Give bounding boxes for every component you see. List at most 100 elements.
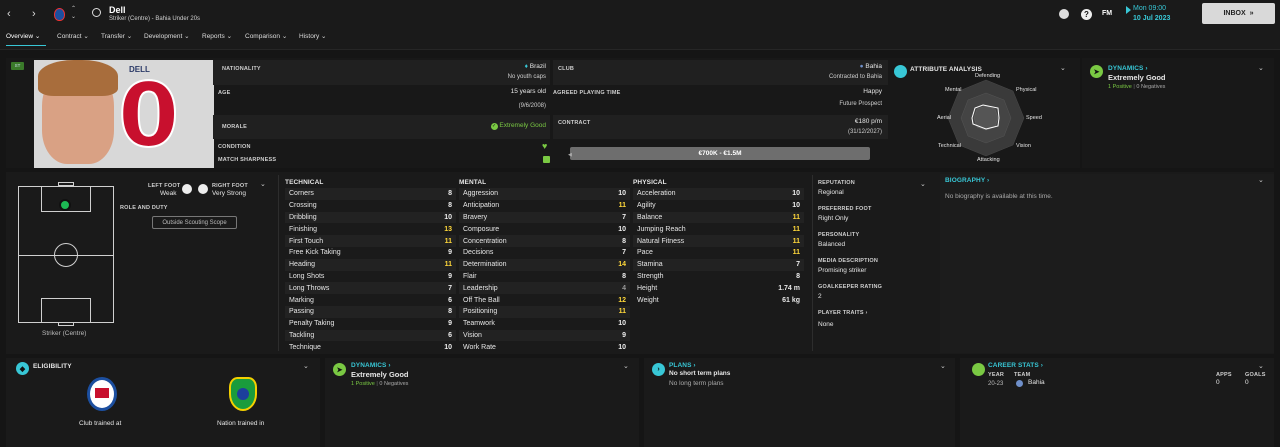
tab-comparison[interactable]: Comparison ⌄ [245, 32, 287, 40]
attribute-row[interactable]: Finishing 13 [285, 223, 456, 235]
dynamics-title[interactable]: DYNAMICS › [351, 362, 391, 369]
attribute-row[interactable]: Composure 10 [459, 223, 630, 235]
tab-history[interactable]: History ⌄ [299, 32, 327, 40]
tab-transfer[interactable]: Transfer ⌄ [101, 32, 132, 40]
attribute-row[interactable]: Agility 10 [633, 200, 804, 212]
help-icon[interactable]: ? [1081, 9, 1092, 20]
attribute-row[interactable]: Stamina 7 [633, 258, 804, 271]
attribute-row[interactable]: Pace 11 [633, 247, 804, 259]
dynamics-icon: ➤ [333, 363, 346, 376]
attribute-row[interactable]: Tackling 6 [285, 329, 456, 342]
attribute-row[interactable]: Strength 8 [633, 271, 804, 283]
attribute-value: 8 [448, 202, 452, 210]
back-button[interactable]: ‹ [7, 8, 19, 22]
plans-title[interactable]: PLANS › [669, 362, 696, 369]
chevron-down-icon[interactable]: ⌄ [623, 362, 629, 370]
attribute-row[interactable]: Natural Fitness 11 [633, 235, 804, 247]
attribute-row[interactable]: Marking 6 [285, 294, 456, 306]
calendar-icon[interactable] [1126, 6, 1131, 14]
reputation-label: REPUTATION [818, 180, 855, 186]
player-traits-label[interactable]: PLAYER TRAITS › [818, 310, 868, 316]
chevron-down-icon[interactable]: ⌄ [303, 362, 309, 370]
attribute-value: 10 [792, 190, 800, 198]
biography-title[interactable]: BIOGRAPHY › [945, 177, 989, 184]
personality-label: PERSONALITY [818, 232, 860, 238]
chevron-down-icon[interactable]: ⌄ [1258, 362, 1264, 370]
attribute-row[interactable]: Jumping Reach 11 [633, 223, 804, 235]
morale-text: Extremely Good [499, 122, 546, 129]
career-title[interactable]: CAREER STATS › [988, 362, 1043, 369]
attribute-row[interactable]: Free Kick Taking 9 [285, 247, 456, 259]
apt-sub: Future Prospect [839, 101, 882, 107]
chevron-down-icon[interactable]: ⌄ [920, 180, 926, 188]
fm-menu-button[interactable]: FM [1102, 10, 1112, 17]
attribute-row[interactable]: Decisions 7 [459, 247, 630, 259]
value-bar-left-cap: ◀ [568, 152, 572, 158]
attribute-row[interactable]: Heading 11 [285, 258, 456, 271]
attribute-row[interactable]: Corners 8 [285, 188, 456, 200]
attribute-row[interactable]: Balance 11 [633, 211, 804, 224]
chevron-down-icon[interactable]: ⌄ [260, 180, 266, 188]
team-header: TEAM [1014, 372, 1031, 378]
eligibility-panel: ◆ ELIGIBILITY ⌄ Club trained at Nation t… [6, 358, 320, 447]
attribute-row[interactable]: Penalty Taking 9 [285, 318, 456, 330]
attribute-row[interactable]: Acceleration 10 [633, 188, 804, 200]
career-team[interactable]: Bahia [1028, 379, 1045, 386]
bahia-crest-icon[interactable] [87, 377, 117, 411]
tab-label: Overview [6, 33, 34, 40]
transfer-value-bar[interactable]: €700K - €1.5M [570, 147, 870, 160]
nationality-value[interactable]: ♦ Brazil [486, 63, 546, 70]
chevron-down-icon[interactable]: ⌄ [71, 13, 76, 20]
tab-contract[interactable]: Contract ⌄ [57, 32, 89, 40]
inbox-button[interactable]: INBOX » [1202, 3, 1275, 24]
attribute-row[interactable]: Technique 10 [285, 341, 456, 353]
attribute-row[interactable]: Concentration 8 [459, 235, 630, 247]
chevron-up-icon[interactable]: ⌃ [71, 5, 76, 12]
attribute-row[interactable]: Passing 8 [285, 306, 456, 318]
player-traits-value: None [818, 321, 834, 328]
attribute-row[interactable]: Flair 8 [459, 271, 630, 283]
chevron-down-icon[interactable]: ⌄ [940, 362, 946, 370]
attribute-row[interactable]: Long Shots 9 [285, 271, 456, 283]
scouting-button[interactable]: Outside Scouting Scope [152, 216, 237, 229]
attribute-name: Flair [463, 272, 477, 280]
tab-overview[interactable]: Overview ⌄ [6, 32, 46, 46]
attribute-row[interactable]: Long Throws 7 [285, 282, 456, 295]
chevron-down-icon[interactable]: ⌄ [1258, 176, 1264, 184]
dynamics-positive: 1 Positive [351, 381, 375, 387]
attribute-row[interactable]: Vision 9 [459, 329, 630, 342]
attribute-row[interactable]: Leadership 4 [459, 282, 630, 295]
role-label: ROLE AND DUTY [120, 205, 168, 211]
tab-development[interactable]: Development ⌄ [144, 32, 190, 40]
dynamics-counts: 1 Positive | 0 Negatives [351, 381, 409, 387]
attribute-row[interactable]: Anticipation 11 [459, 200, 630, 212]
attribute-row[interactable]: Determination 14 [459, 258, 630, 271]
tab-label: History [299, 33, 320, 40]
chevron-down-icon[interactable]: ⌄ [1258, 64, 1264, 72]
chevron-down-icon[interactable]: ⌄ [1060, 64, 1066, 72]
attribute-row[interactable]: Teamwork 10 [459, 318, 630, 330]
attribute-row[interactable]: Positioning 11 [459, 306, 630, 318]
attribute-analysis-title[interactable]: ATTRIBUTE ANALYSIS [910, 66, 982, 73]
football-icon[interactable] [1059, 9, 1069, 19]
club-crest-icon[interactable] [54, 8, 65, 21]
attribute-row[interactable]: Off The Ball 12 [459, 294, 630, 306]
attribute-name: Vision [463, 331, 482, 339]
morale-label: MORALE [222, 124, 248, 130]
attribute-row[interactable]: Bravery 7 [459, 211, 630, 224]
attribute-row[interactable]: Crossing 8 [285, 200, 456, 212]
attribute-row[interactable]: Dribbling 10 [285, 211, 456, 224]
dynamics-title[interactable]: DYNAMICS › [1108, 65, 1148, 72]
brazil-crest-icon[interactable] [229, 377, 257, 411]
tab-reports[interactable]: Reports ⌄ [202, 32, 232, 40]
search-icon[interactable] [92, 8, 101, 17]
attribute-row[interactable]: First Touch 11 [285, 235, 456, 247]
attribute-value: 10 [618, 343, 626, 351]
club-value[interactable]: ● Bahia [806, 63, 882, 70]
age-value: 15 years old [510, 88, 546, 95]
attribute-row[interactable]: Work Rate 10 [459, 341, 630, 353]
sharpness-label: MATCH SHARPNESS [218, 157, 277, 163]
tab-label: Comparison [245, 33, 281, 40]
attribute-row[interactable]: Aggression 10 [459, 188, 630, 200]
forward-button[interactable]: › [32, 8, 44, 22]
